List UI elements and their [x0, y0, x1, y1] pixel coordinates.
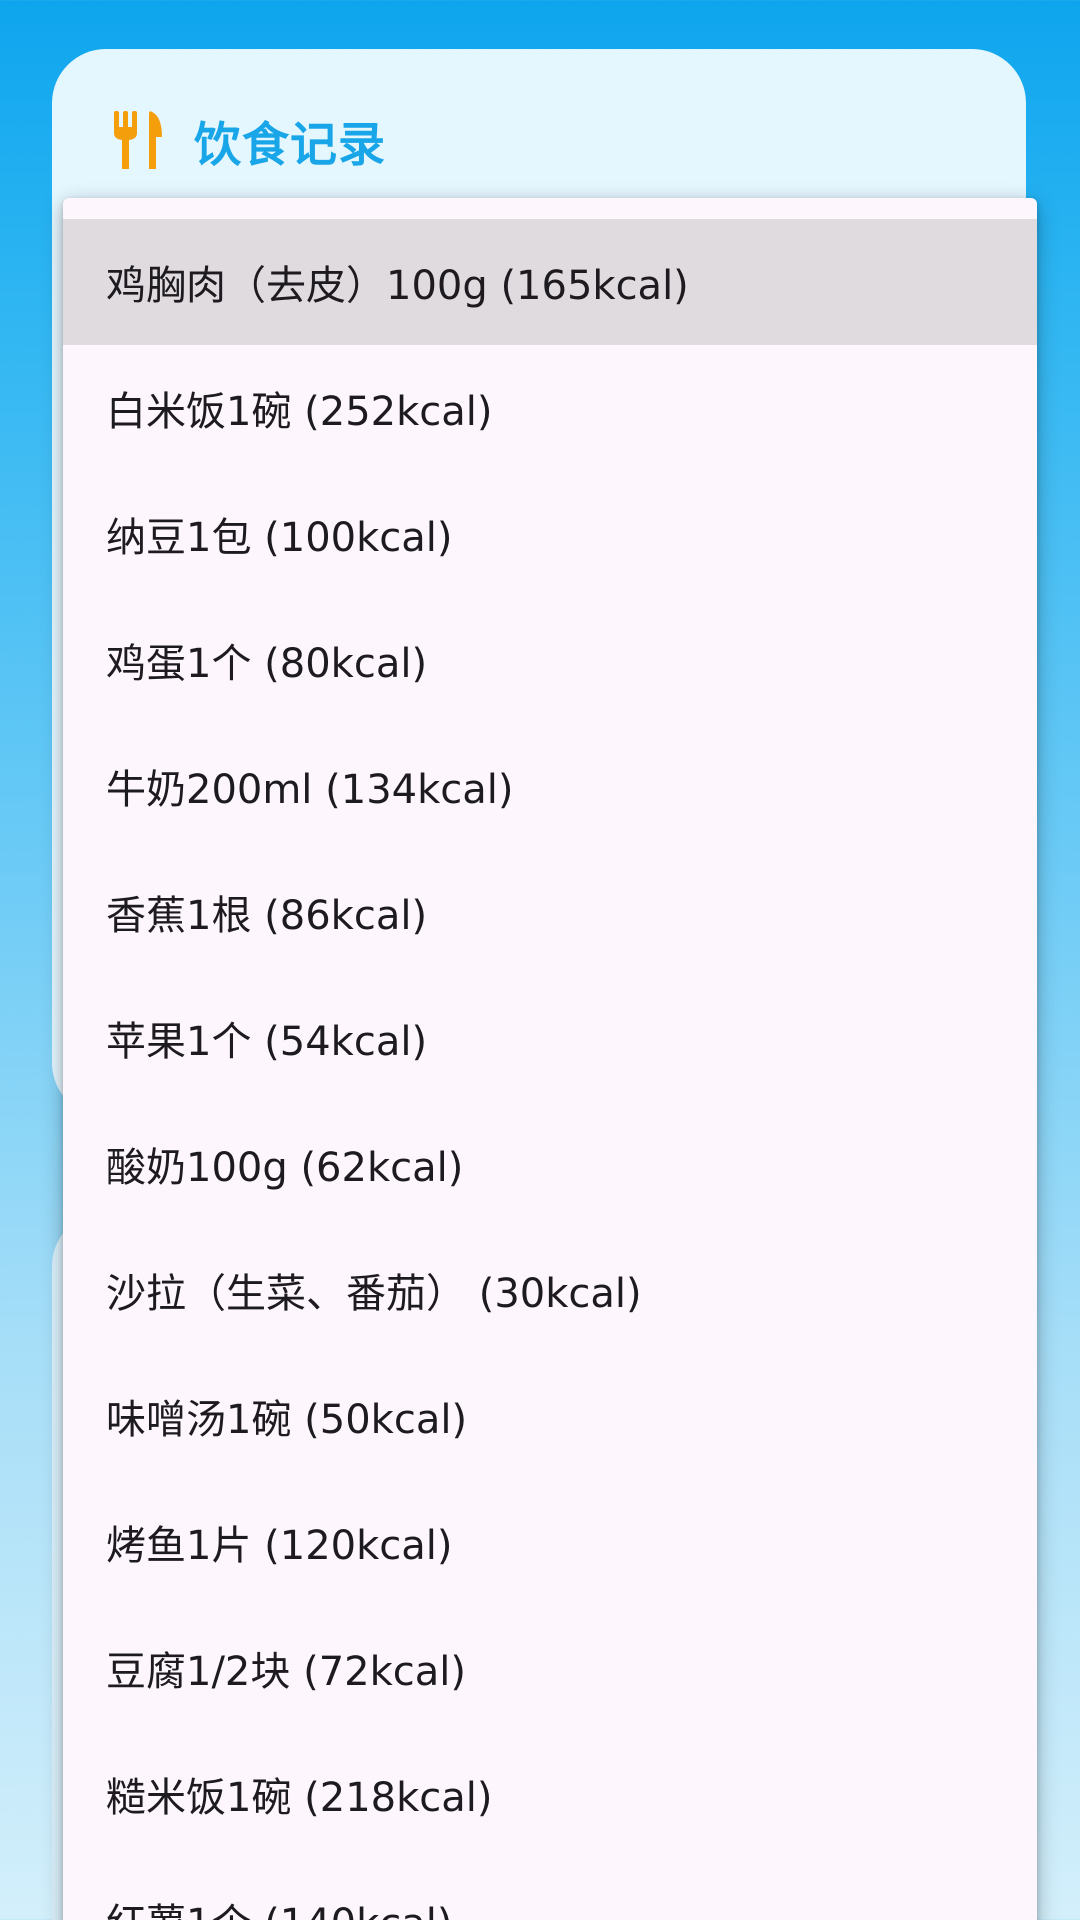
- food-option-item[interactable]: 纳豆1包 (100kcal): [63, 471, 1037, 597]
- food-option-item[interactable]: 红薯1个 (140kcal): [63, 1857, 1037, 1920]
- card-title: 饮食记录: [194, 117, 386, 173]
- food-option-item[interactable]: 白米饭1碗 (252kcal): [63, 345, 1037, 471]
- food-option-item[interactable]: 鸡蛋1个 (80kcal): [63, 597, 1037, 723]
- card-header: 饮食记录: [112, 105, 386, 175]
- food-option-item[interactable]: 味噌汤1碗 (50kcal): [63, 1353, 1037, 1479]
- food-options-list: 鸡胸肉（去皮）100g (165kcal) 白米饭1碗 (252kcal) 纳豆1包…: [63, 219, 1037, 1920]
- food-option-item[interactable]: 酸奶100g (62kcal): [63, 1101, 1037, 1227]
- food-option-item[interactable]: 烤鱼1片 (120kcal): [63, 1479, 1037, 1605]
- food-option-item[interactable]: 牛奶200ml (134kcal): [63, 723, 1037, 849]
- fork-knife-icon: [114, 111, 162, 169]
- food-dropdown-menu[interactable]: 鸡胸肉（去皮）100g (165kcal) 白米饭1碗 (252kcal) 纳豆1包…: [63, 198, 1037, 1920]
- food-option-item[interactable]: 香蕉1根 (86kcal): [63, 849, 1037, 975]
- food-option-item[interactable]: 鸡胸肉（去皮）100g (165kcal): [63, 219, 1037, 345]
- food-option-item[interactable]: 豆腐1/2块 (72kcal): [63, 1605, 1037, 1731]
- food-option-item[interactable]: 苹果1个 (54kcal): [63, 975, 1037, 1101]
- food-option-item[interactable]: 糙米饭1碗 (218kcal): [63, 1731, 1037, 1857]
- food-option-item[interactable]: 沙拉（生菜、番茄） (30kcal): [63, 1227, 1037, 1353]
